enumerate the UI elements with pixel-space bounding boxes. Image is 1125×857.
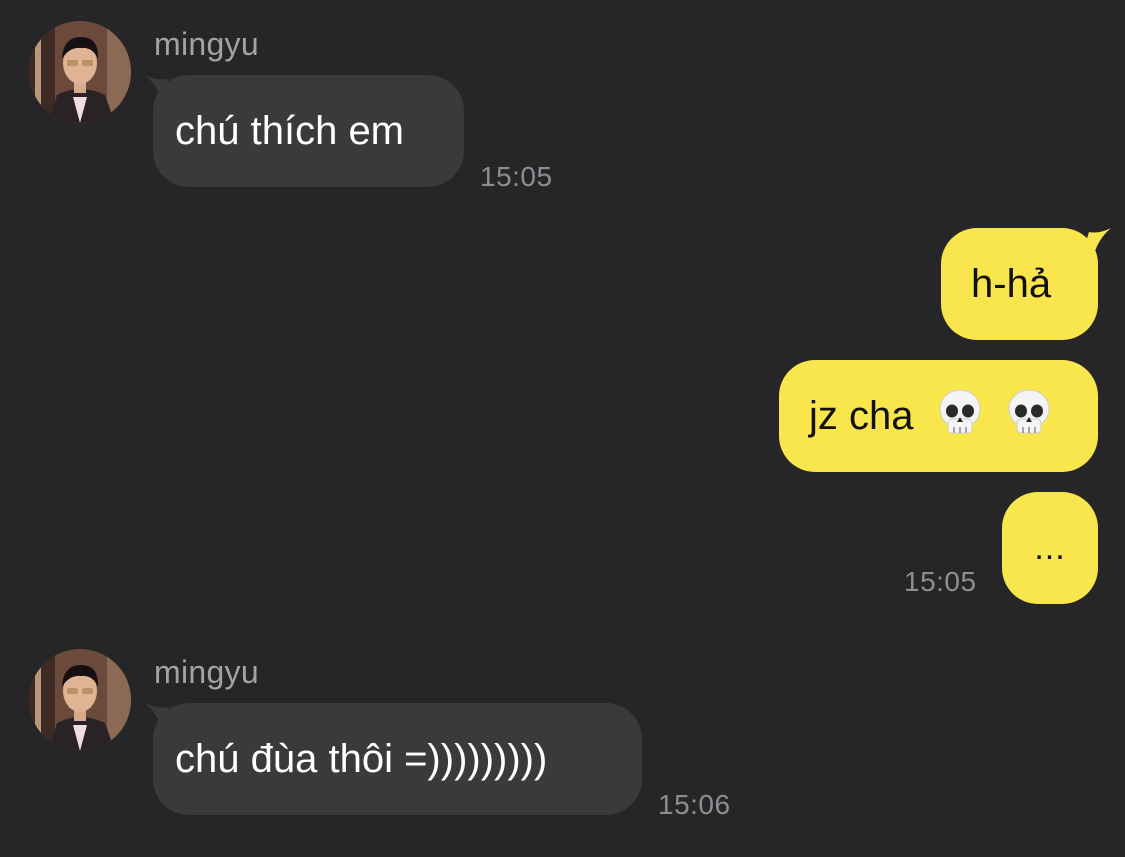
message-timestamp: 15:05 <box>904 566 977 597</box>
message-text: jz cha <box>809 394 914 438</box>
avatar[interactable] <box>29 649 131 751</box>
message-bubble-outgoing[interactable]: ... <box>1002 492 1098 604</box>
message-bubble-incoming[interactable]: chú đùa thôi =))))))))) <box>153 703 642 815</box>
sender-name: mingyu <box>154 654 259 690</box>
message-timestamp: 15:05 <box>480 161 553 192</box>
message-bubble-outgoing[interactable]: h-hả <box>941 228 1098 340</box>
message-timestamp: 15:06 <box>658 789 731 820</box>
message-bubble-outgoing[interactable]: jz cha <box>779 360 1098 472</box>
message-bubble-incoming[interactable]: chú thích em <box>153 75 464 187</box>
chat-view: mingyu chú thích em 15:05 h-hả jz cha ..… <box>0 0 1125 857</box>
skull-emoji-icon <box>1008 389 1050 434</box>
avatar[interactable] <box>29 21 131 123</box>
sender-name: mingyu <box>154 26 259 62</box>
skull-emoji-icon <box>939 389 981 434</box>
